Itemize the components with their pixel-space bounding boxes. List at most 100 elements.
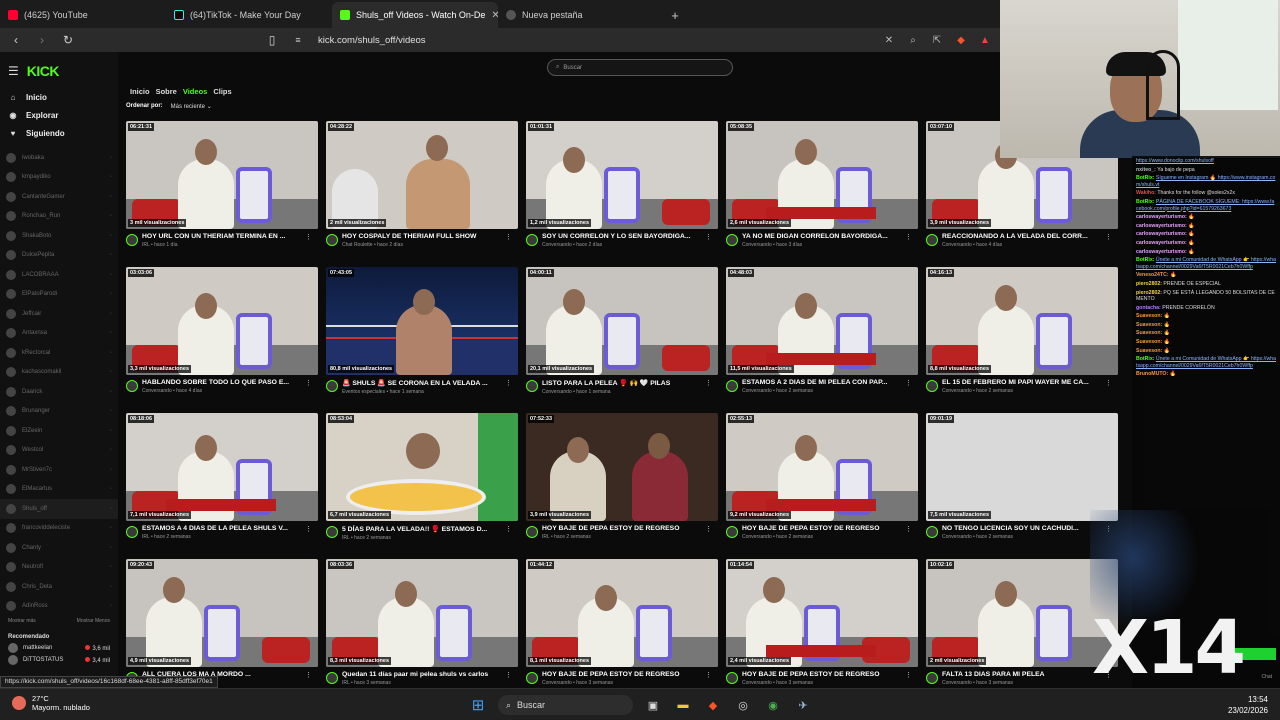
video-category[interactable]: IRL <box>142 242 150 248</box>
share-icon[interactable]: ⇱ <box>930 35 944 46</box>
chat-username[interactable]: gontacha: <box>1136 305 1161 311</box>
video-category[interactable]: Conversando <box>542 242 572 248</box>
video-category[interactable]: Conversando <box>742 242 772 248</box>
sidebar-channel[interactable]: iwobaka ◔ <box>0 148 118 168</box>
more-options-icon[interactable]: ⋮ <box>305 671 312 679</box>
more-options-icon[interactable]: ⋮ <box>905 233 912 241</box>
video-category[interactable]: Conversando <box>742 680 772 686</box>
avatar[interactable] <box>726 234 738 246</box>
video-title[interactable]: HOY COSPALY DE THERIAM FULL SHOW <box>342 233 504 240</box>
video-title[interactable]: LISTO PARA LA PELEA 🥊 🙌 🤍 PILAS <box>542 379 704 387</box>
sidebar-channel[interactable]: Ronchao_Run ◔ <box>0 207 118 227</box>
video-category[interactable]: IRL <box>142 534 150 540</box>
sidebar-channel[interactable]: AdinRoss ◔ <box>0 597 118 617</box>
avatar[interactable] <box>126 526 138 538</box>
video-thumbnail[interactable]: 09:20:43 4,9 mil visualizaciones <box>126 559 318 667</box>
url-field[interactable]: kick.com/shuls_off/videos <box>318 35 426 46</box>
chat-username[interactable]: BotRix: <box>1136 199 1154 205</box>
sidebar-channel[interactable]: Chris_Deta ◔ <box>0 577 118 597</box>
more-options-icon[interactable]: ⋮ <box>305 233 312 241</box>
chat-username[interactable]: BotRix: <box>1136 356 1154 362</box>
chat-username[interactable]: Suaveson: <box>1136 322 1162 328</box>
chat-message-text[interactable]: Únete a mi Comunidad de WhatsApp 👉 https… <box>1136 356 1276 369</box>
avatar[interactable] <box>326 380 338 392</box>
forward-icon[interactable]: › <box>34 33 50 47</box>
tab-new[interactable]: Nueva pestaña <box>498 2 664 28</box>
windows-start-icon[interactable]: ⊞ <box>468 695 488 715</box>
sidebar-channel[interactable]: Daarick ◔ <box>0 382 118 402</box>
chat-username[interactable]: Wakiho: <box>1136 190 1156 196</box>
video-title[interactable]: HOY BAJE DE PEPA ESTOY DE REGRESO <box>742 671 904 678</box>
avatar[interactable] <box>726 672 738 684</box>
avatar[interactable] <box>526 234 538 246</box>
video-category[interactable]: Conversando <box>942 534 972 540</box>
new-tab-button[interactable]: + <box>664 2 686 28</box>
video-category[interactable]: Conversando <box>942 680 972 686</box>
video-thumbnail[interactable]: 09:01:19 7,5 mil visualizaciones <box>926 413 1118 521</box>
more-options-icon[interactable]: ⋮ <box>705 233 712 241</box>
chat-username[interactable]: carloswayerturismo: <box>1136 240 1187 246</box>
chat-username[interactable]: nxiteo_: <box>1136 167 1156 173</box>
chat-message-text[interactable]: PÁGINA DE FACEBOOK SÍGUEME: https://www.… <box>1136 199 1274 212</box>
kick-logo[interactable]: KICK <box>27 63 60 79</box>
chat-message-text[interactable]: Sígueme en Instagram 🔥 https://www.insta… <box>1136 175 1275 188</box>
more-options-icon[interactable]: ⋮ <box>705 671 712 679</box>
recommended-channel[interactable]: mattkeelan 3,6 mil <box>0 642 118 654</box>
video-thumbnail[interactable]: 08:03:36 8,3 mil visualizaciones <box>326 559 518 667</box>
avatar[interactable] <box>526 526 538 538</box>
task-view-icon[interactable]: ▣ <box>643 695 663 715</box>
video-thumbnail[interactable]: 01:01:31 1,2 mil visualizaciones <box>526 121 718 229</box>
video-thumbnail[interactable]: 07:52:33 3,9 mil visualizaciones <box>526 413 718 521</box>
chat-username[interactable]: piero2802: <box>1136 290 1162 296</box>
avatar[interactable] <box>926 672 938 684</box>
more-options-icon[interactable]: ⋮ <box>505 379 512 387</box>
video-title[interactable]: SOY UN CORRELON Y LO SEN BAYORDIGA... <box>542 233 704 240</box>
more-options-icon[interactable]: ⋮ <box>505 671 512 679</box>
video-thumbnail[interactable]: 01:44:12 8,1 mil visualizaciones <box>526 559 718 667</box>
avatar[interactable] <box>326 526 338 538</box>
video-thumbnail[interactable]: 08:18:06 7,1 mil visualizaciones <box>126 413 318 521</box>
zoom-icon[interactable]: ⌕ <box>906 35 920 46</box>
video-category[interactable]: Conversando <box>742 534 772 540</box>
sidebar-channel[interactable]: ShakaBoto ◔ <box>0 226 118 246</box>
sidebar-channel[interactable]: LACOBRAAA ◔ <box>0 265 118 285</box>
sidebar-item-explorar[interactable]: ◉ Explorar <box>8 106 110 124</box>
chat-username[interactable]: carloswayerturismo: <box>1136 214 1187 220</box>
video-thumbnail[interactable]: 03:03:06 3,3 mil visualizaciones <box>126 267 318 375</box>
sidebar-channel[interactable]: Westcol ◔ <box>0 441 118 461</box>
video-card[interactable]: 08:53:04 6,7 mil visualizaciones 5 DÍAS PA… <box>326 413 518 559</box>
more-options-icon[interactable]: ⋮ <box>705 379 712 387</box>
chat-username[interactable]: BotRix: <box>1136 257 1154 263</box>
video-category[interactable]: IRL <box>342 535 350 541</box>
more-options-icon[interactable]: ⋮ <box>905 671 912 679</box>
sidebar-channel[interactable]: ElZeein ◔ <box>0 421 118 441</box>
sidebar-channel[interactable]: Shuls_off ◔ <box>0 499 118 519</box>
chrome-icon[interactable]: ◉ <box>763 695 783 715</box>
tab-tiktok[interactable]: (64)TikTok - Make Your Day <box>166 2 332 28</box>
avatar[interactable] <box>326 234 338 246</box>
video-title[interactable]: HABLANDO SOBRE TODO LO QUE PASO E... <box>142 379 304 386</box>
tab-clips[interactable]: Clips <box>213 87 231 96</box>
video-category[interactable]: Conversando <box>542 680 572 686</box>
sidebar-channel[interactable]: Neutrofl ◔ <box>0 558 118 578</box>
tab-inicio[interactable]: Inicio <box>130 87 150 96</box>
back-icon[interactable]: ‹ <box>8 33 24 47</box>
search-input[interactable]: ⌕ Buscar <box>547 59 733 76</box>
taskbar-search[interactable]: ⌕ Buscar <box>498 695 633 715</box>
chat-username[interactable]: Suaveson: <box>1136 313 1162 319</box>
chat-username[interactable]: Suaveson: <box>1136 339 1162 345</box>
more-options-icon[interactable]: ⋮ <box>1105 233 1112 241</box>
video-category[interactable]: Conversando <box>142 388 172 394</box>
video-category[interactable]: Eventos especiales <box>342 389 385 395</box>
avatar[interactable] <box>126 380 138 392</box>
video-thumbnail[interactable]: 04:16:13 8,8 mil visualizaciones <box>926 267 1118 375</box>
sidebar-item-inicio[interactable]: ⌂ Inicio <box>8 88 110 106</box>
sidebar-channel[interactable]: kachascomakil ◔ <box>0 363 118 383</box>
chat-username[interactable]: Suaveson: <box>1136 330 1162 336</box>
video-card[interactable]: 08:03:36 8,3 mil visualizaciones Quedan 11… <box>326 559 518 705</box>
chat-username[interactable]: piero2802: <box>1136 281 1162 287</box>
video-thumbnail[interactable]: 01:14:54 2,4 mil visualizaciones <box>726 559 918 667</box>
video-thumbnail[interactable]: 04:00:11 20,1 mil visualizaciones <box>526 267 718 375</box>
sidebar-channel[interactable]: DulcePepita ◔ <box>0 246 118 266</box>
close-icon[interactable]: ✕ <box>491 10 498 21</box>
